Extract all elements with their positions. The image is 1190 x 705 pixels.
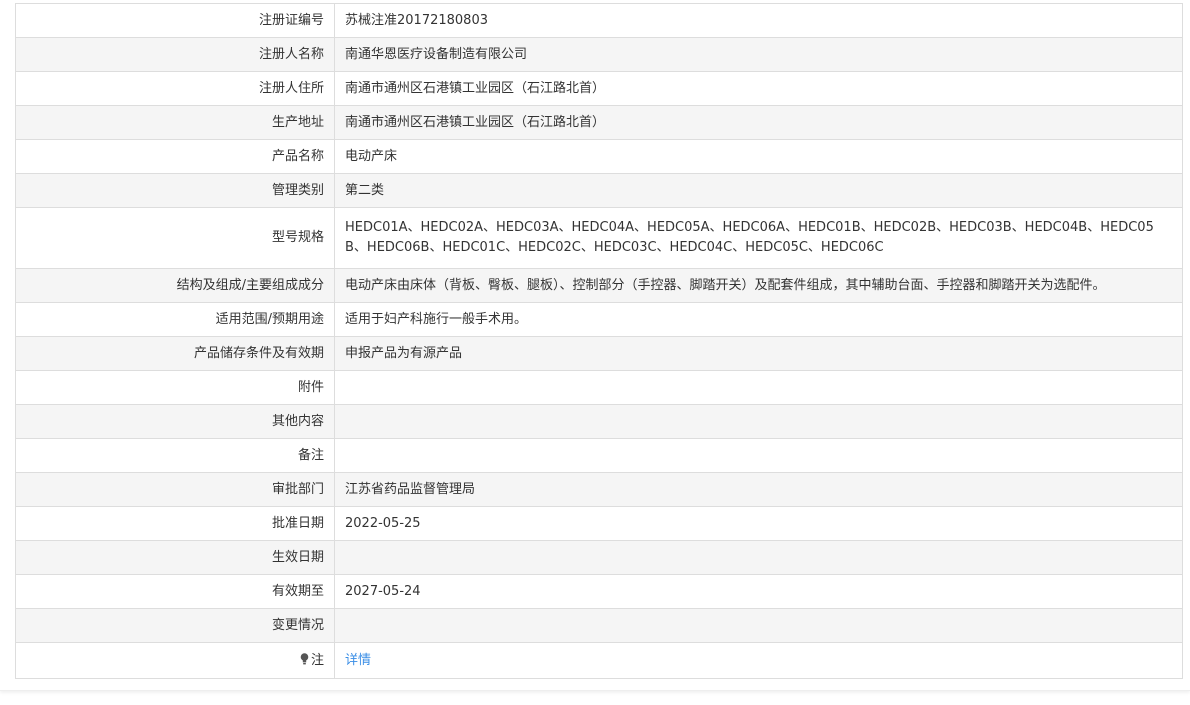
row-label-note: 注 xyxy=(15,642,335,679)
row-label-registrant-name: 注册人名称 xyxy=(15,37,335,72)
row-value-product-name: 电动产床 xyxy=(334,139,1183,174)
table-row: 注册人名称 南通华恩医疗设备制造有限公司 xyxy=(15,37,1183,72)
table-row: 其他内容 xyxy=(15,404,1183,439)
row-value-intended-use: 适用于妇产科施行一般手术用。 xyxy=(334,302,1183,337)
row-label-valid-until: 有效期至 xyxy=(15,574,335,609)
table-row: 备注 xyxy=(15,438,1183,473)
table-row: 有效期至 2027-05-24 xyxy=(15,574,1183,609)
row-value-effective-date xyxy=(334,540,1183,575)
row-label-structure-composition: 结构及组成/主要组成成分 xyxy=(15,268,335,303)
table-row: 批准日期 2022-05-25 xyxy=(15,506,1183,541)
row-value-storage-validity: 申报产品为有源产品 xyxy=(334,336,1183,371)
table-row: 审批部门 江苏省药品监督管理局 xyxy=(15,472,1183,507)
table-row: 注册人住所 南通市通州区石港镇工业园区（石江路北首） xyxy=(15,71,1183,106)
row-label-approval-date: 批准日期 xyxy=(15,506,335,541)
table-row: 结构及组成/主要组成成分 电动产床由床体（背板、臀板、腿板）、控制部分（手控器、… xyxy=(15,268,1183,303)
row-value-approval-date: 2022-05-25 xyxy=(334,506,1183,541)
table-row: 注册证编号 苏械注准20172180803 xyxy=(15,3,1183,38)
row-label-model-spec: 型号规格 xyxy=(15,207,335,269)
row-value-structure-composition: 电动产床由床体（背板、臀板、腿板）、控制部分（手控器、脚踏开关）及配套件组成，其… xyxy=(334,268,1183,303)
row-label-intended-use: 适用范围/预期用途 xyxy=(15,302,335,337)
row-label-attachment: 附件 xyxy=(15,370,335,405)
row-value-registrant-address: 南通市通州区石港镇工业园区（石江路北首） xyxy=(334,71,1183,106)
row-value-other-content xyxy=(334,404,1183,439)
row-value-attachment xyxy=(334,370,1183,405)
row-label-storage-validity: 产品储存条件及有效期 xyxy=(15,336,335,371)
row-value-registration-number: 苏械注准20172180803 xyxy=(334,3,1183,38)
row-value-change-status xyxy=(334,608,1183,643)
table-row: 注 详情 xyxy=(15,642,1183,679)
detail-panel: 注册证编号 苏械注准20172180803 注册人名称 南通华恩医疗设备制造有限… xyxy=(0,0,1190,691)
table-row: 变更情况 xyxy=(15,608,1183,643)
note-label: 注 xyxy=(310,652,324,668)
row-value-approval-department: 江苏省药品监督管理局 xyxy=(334,472,1183,507)
row-label-registration-number: 注册证编号 xyxy=(15,3,335,38)
row-label-change-status: 变更情况 xyxy=(15,608,335,643)
row-label-product-name: 产品名称 xyxy=(15,139,335,174)
row-label-management-category: 管理类别 xyxy=(15,173,335,208)
row-label-production-address: 生产地址 xyxy=(15,105,335,140)
row-value-note: 详情 xyxy=(334,642,1183,679)
row-value-registrant-name: 南通华恩医疗设备制造有限公司 xyxy=(334,37,1183,72)
table-row: 适用范围/预期用途 适用于妇产科施行一般手术用。 xyxy=(15,302,1183,337)
row-value-model-spec: HEDC01A、HEDC02A、HEDC03A、HEDC04A、HEDC05A、… xyxy=(334,207,1183,269)
row-value-management-category: 第二类 xyxy=(334,173,1183,208)
details-link[interactable]: 详情 xyxy=(345,653,371,668)
table-row: 产品储存条件及有效期 申报产品为有源产品 xyxy=(15,336,1183,371)
table-row: 生产地址 南通市通州区石港镇工业园区（石江路北首） xyxy=(15,105,1183,140)
table-row: 附件 xyxy=(15,370,1183,405)
registration-detail-table: 注册证编号 苏械注准20172180803 注册人名称 南通华恩医疗设备制造有限… xyxy=(15,3,1183,679)
table-row: 生效日期 xyxy=(15,540,1183,575)
row-label-effective-date: 生效日期 xyxy=(15,540,335,575)
row-value-valid-until: 2027-05-24 xyxy=(334,574,1183,609)
row-label-registrant-address: 注册人住所 xyxy=(15,71,335,106)
row-label-other-content: 其他内容 xyxy=(15,404,335,439)
row-label-remarks: 备注 xyxy=(15,438,335,473)
row-value-production-address: 南通市通州区石港镇工业园区（石江路北首） xyxy=(334,105,1183,140)
table-row: 管理类别 第二类 xyxy=(15,173,1183,208)
table-row: 型号规格 HEDC01A、HEDC02A、HEDC03A、HEDC04A、HED… xyxy=(15,207,1183,269)
table-row: 产品名称 电动产床 xyxy=(15,139,1183,174)
row-value-remarks xyxy=(334,438,1183,473)
bulb-icon xyxy=(300,652,309,665)
row-label-approval-department: 审批部门 xyxy=(15,472,335,507)
